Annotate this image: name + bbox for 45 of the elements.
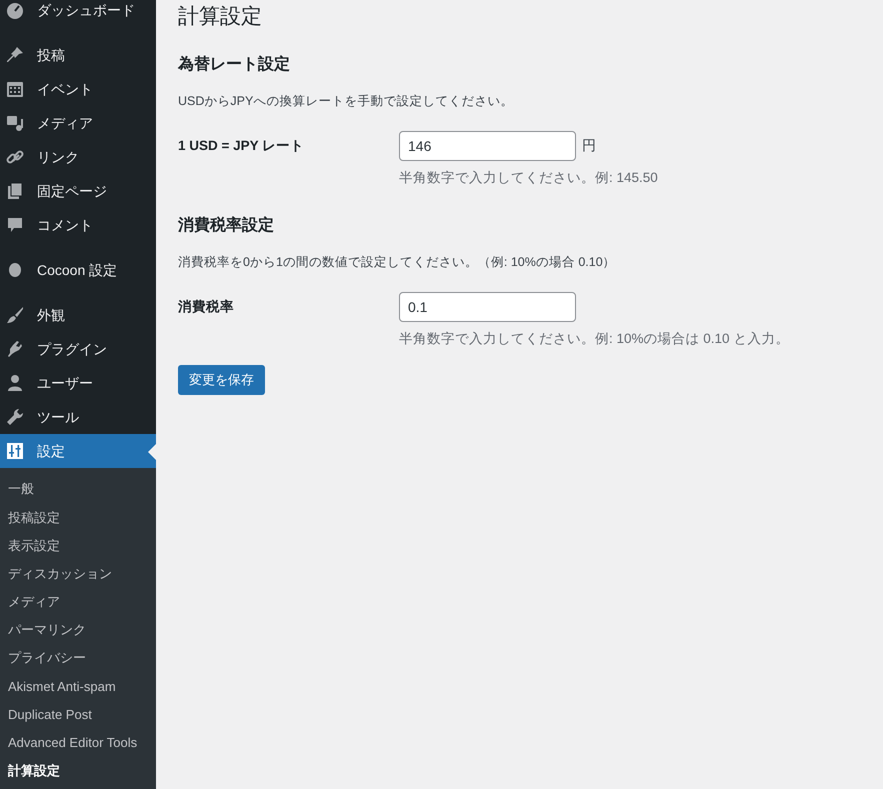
- submenu-item[interactable]: 計算設定: [0, 756, 156, 786]
- sidebar-menu-item[interactable]: ダッシュボード: [0, 0, 156, 27]
- submenu-item[interactable]: メディア: [0, 588, 156, 616]
- user-icon: [5, 373, 25, 393]
- section-description: USDからJPYへの換算レートを手動で設定してください。: [178, 93, 514, 110]
- submenu-item[interactable]: 表示設定: [0, 531, 156, 560]
- text-field[interactable]: 0.1: [399, 292, 576, 322]
- sidebar-menu-item[interactable]: リンク: [0, 140, 156, 174]
- submenu-item[interactable]: ディスカッション: [0, 560, 156, 588]
- sidebar-menu-item[interactable]: 外観: [0, 298, 156, 332]
- section-heading: 消費税率設定: [178, 215, 275, 236]
- text-field[interactable]: 146: [399, 130, 576, 161]
- current-pointer-icon: [148, 444, 156, 460]
- sidebar-menu-item[interactable]: 投稿: [0, 38, 156, 72]
- submenu-item[interactable]: Advanced Editor Tools: [0, 728, 156, 757]
- submenu-item[interactable]: 投稿設定: [0, 503, 156, 532]
- media-icon: [5, 113, 25, 133]
- sliders-icon: [5, 441, 25, 461]
- sidebar-menu-item[interactable]: コメント: [0, 208, 156, 242]
- section-heading: 為替レート設定: [178, 54, 291, 75]
- sidebar-menu-item[interactable]: Cocoon 設定: [0, 253, 156, 287]
- sidebar-menu-item[interactable]: プラグイン: [0, 332, 156, 366]
- page-title: 計算設定: [178, 4, 263, 30]
- submenu-item[interactable]: パーマリンク: [0, 616, 156, 644]
- sidebar-menu-item[interactable]: イベント: [0, 72, 156, 106]
- field-label: 消費税率: [178, 298, 235, 316]
- field-hint: 半角数字で入力してください。例: 10%の場合は 0.10 と入力。: [399, 330, 790, 348]
- submenu-item[interactable]: Duplicate Post: [0, 700, 156, 729]
- pin-icon: [5, 45, 25, 65]
- wrench-icon: [5, 407, 25, 427]
- field-label: 1 USD = JPY レート: [178, 136, 306, 155]
- section-description: 消費税率を0から1の間の数値で設定してください。（例: 10%の場合 0.10）: [178, 254, 617, 271]
- save-button[interactable]: 変更を保存: [178, 365, 265, 395]
- submenu-item[interactable]: Akismet Anti-spam: [0, 672, 156, 700]
- unit-label: 円: [582, 136, 596, 156]
- brush-icon: [5, 305, 25, 325]
- sidebar-menu-item[interactable]: 設定: [0, 434, 156, 468]
- sidebar-menu-item[interactable]: メディア: [0, 106, 156, 140]
- calendar-icon: [5, 79, 25, 99]
- field-hint: 半角数字で入力してください。例: 145.50: [399, 168, 658, 187]
- sidebar-menu-item[interactable]: ユーザー: [0, 366, 156, 400]
- sidebar-menu-item[interactable]: ツール: [0, 400, 156, 434]
- submenu-item[interactable]: 一般: [0, 475, 156, 504]
- submenu-item[interactable]: プライバシー: [0, 644, 156, 672]
- sidebar-menu-item[interactable]: 固定ページ: [0, 174, 156, 208]
